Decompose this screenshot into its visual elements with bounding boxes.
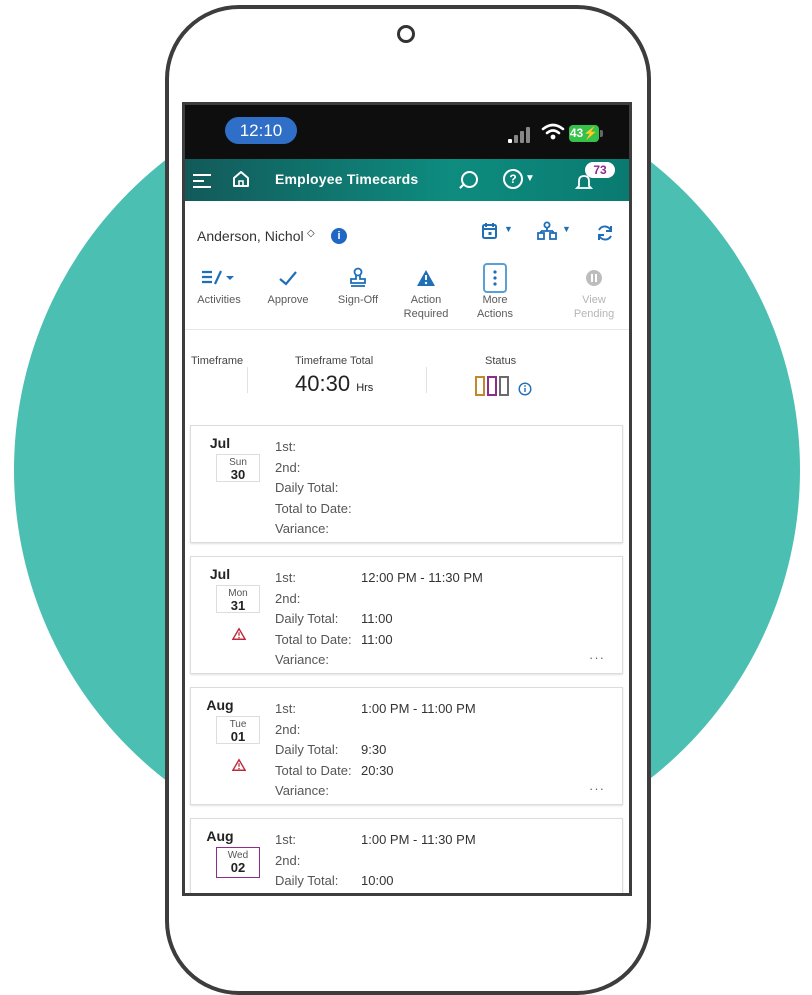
page-title: Employee Timecards	[275, 171, 419, 187]
chevron-down-icon[interactable]: ▼	[525, 173, 535, 184]
battery-level: 43	[569, 126, 584, 140]
status-label: Status	[485, 355, 517, 367]
day-box: Tue 01	[216, 716, 260, 744]
day-box: Sun 30	[216, 454, 260, 482]
app-screen: 12:10 43⚡ Employee Timecards ? ▼ 73 Ande…	[182, 102, 632, 896]
signal-icon	[508, 127, 534, 143]
approve-label: Approve	[267, 294, 309, 306]
first-punch[interactable]: 1:00 PM - 11:30 PM	[361, 830, 476, 851]
info-icon[interactable]: i	[331, 228, 347, 244]
timeframe-total-value: 40:30 Hrs	[295, 371, 374, 396]
row-values: 1:00 PM - 11:30 PM 10:00	[361, 830, 476, 892]
timeframe-summary: Timeframe Timeframe Total 40:30 Hrs Stat…	[185, 355, 629, 415]
month-label: Aug	[206, 697, 234, 713]
view-pending-button[interactable]: View Pending	[563, 263, 625, 321]
divider	[426, 367, 427, 393]
daily-total: 9:30	[361, 742, 387, 757]
more-horizontal-icon[interactable]: ···	[589, 650, 605, 665]
menu-icon[interactable]	[193, 170, 211, 190]
warning-icon[interactable]	[232, 627, 246, 641]
variance	[361, 781, 476, 802]
day-card-jul-30[interactable]: Jul Sun 30 1st: 2nd: Daily Total: Total to …	[190, 425, 623, 543]
status-time: 12:10	[225, 117, 297, 144]
help-icon[interactable]: ?	[503, 169, 523, 189]
row-labels: 1st: 2nd: Daily Total: Total to Date: Varian…	[275, 439, 352, 536]
second-punch[interactable]	[361, 720, 476, 741]
row-values: 1:00 PM - 11:00 PM 9:30 20:30	[361, 699, 476, 802]
timeframe-label[interactable]: Timeframe	[191, 355, 243, 367]
day-box: Mon 31	[216, 585, 260, 613]
approve-button[interactable]: Approve	[257, 263, 319, 307]
more-horizontal-icon[interactable]: ···	[589, 781, 605, 796]
day-number: 31	[230, 598, 246, 613]
wifi-icon	[541, 123, 565, 140]
activities-button[interactable]: Activities	[188, 263, 250, 307]
row-labels: 1st: 2nd: Daily Total: Total to Date: Varian…	[275, 701, 352, 798]
total-to-date: 11:00	[361, 631, 393, 647]
daily-total: 10:00	[361, 873, 394, 888]
daily-total: 11:00	[361, 611, 393, 626]
notification-badge[interactable]: 73	[585, 162, 615, 178]
battery-icon: 43⚡	[569, 125, 603, 142]
pause-icon	[563, 263, 625, 293]
search-icon[interactable]	[461, 171, 478, 188]
sign-off-button[interactable]: Sign-Off	[327, 263, 389, 307]
calendar-icon[interactable]	[481, 221, 499, 241]
second-punch[interactable]	[361, 851, 476, 872]
variance	[361, 650, 483, 671]
action-required-button[interactable]: Action Required	[395, 263, 457, 321]
activities-label: Activities	[197, 294, 241, 306]
day-number: 30	[230, 467, 246, 482]
day-number: 02	[230, 860, 246, 875]
timeframe-total-label: Timeframe Total	[295, 355, 374, 367]
more-actions-button[interactable]: More Actions	[464, 263, 526, 321]
more-vertical-icon	[464, 263, 526, 293]
employee-name[interactable]: Anderson, Nichol	[197, 228, 304, 244]
stamp-icon	[327, 263, 389, 293]
warning-icon	[395, 263, 457, 293]
month-label: Jul	[209, 435, 231, 451]
row-labels: 1st: 2nd: Daily Total:	[275, 832, 339, 888]
more-actions-label: More Actions	[476, 294, 514, 320]
row-values: 12:00 PM - 11:30 PM 11:00 11:00	[361, 568, 483, 671]
row-labels: 1st: 2nd: Daily Total: Total to Date: Varian…	[275, 570, 352, 667]
day-card-aug-02[interactable]: Aug Wed 02 1st: 2nd: Daily Total: 1:00 PM …	[190, 818, 623, 893]
app-header: Employee Timecards ? ▼ 73	[185, 159, 629, 201]
action-required-label: Action Required	[403, 294, 449, 320]
second-punch[interactable]	[361, 589, 483, 610]
hierarchy-icon[interactable]	[537, 221, 557, 241]
activities-icon	[188, 263, 250, 293]
status-box	[475, 376, 485, 396]
day-card-jul-31[interactable]: Jul Mon 31 1st: 2nd: Daily Total: Total to …	[190, 556, 623, 674]
view-pending-label: View Pending	[573, 294, 615, 320]
warning-icon[interactable]	[232, 758, 246, 772]
status-box	[499, 376, 509, 396]
sort-icon[interactable]: ◇	[307, 228, 315, 239]
day-box-selected: Wed 02	[216, 847, 260, 878]
day-number: 01	[230, 729, 246, 744]
total-to-date: 20:30	[361, 762, 394, 778]
divider	[247, 367, 248, 393]
first-punch[interactable]: 12:00 PM - 11:30 PM	[361, 568, 483, 589]
month-label: Aug	[206, 828, 234, 844]
camera-icon	[397, 25, 415, 43]
status-indicator[interactable]	[475, 376, 511, 396]
first-punch[interactable]: 1:00 PM - 11:00 PM	[361, 699, 476, 720]
refresh-icon[interactable]	[595, 223, 615, 243]
month-label: Jul	[209, 566, 231, 582]
day-card-aug-01[interactable]: Aug Tue 01 1st: 2nd: Daily Total: Total to …	[190, 687, 623, 805]
check-icon	[257, 263, 319, 293]
home-icon[interactable]	[232, 170, 250, 188]
status-bar: 12:10 43⚡	[185, 105, 629, 159]
sign-off-label: Sign-Off	[337, 294, 379, 306]
chevron-down-icon[interactable]: ▼	[562, 224, 571, 234]
chevron-down-icon[interactable]: ▼	[504, 224, 513, 234]
status-info-icon[interactable]	[518, 382, 532, 396]
status-box	[487, 376, 497, 396]
action-toolbar: Activities Approve Sign-Off Action Requir…	[185, 263, 629, 330]
